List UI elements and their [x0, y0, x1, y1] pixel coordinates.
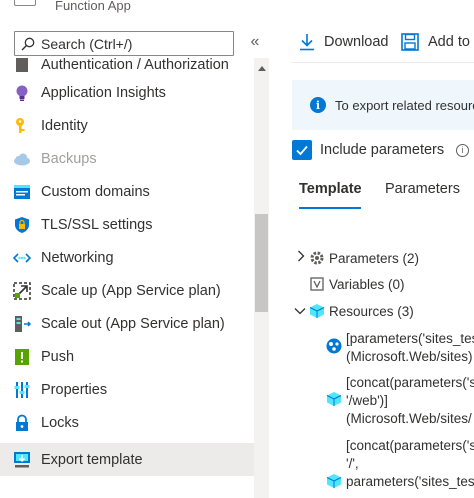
menu-item-label: Properties — [41, 381, 108, 398]
key-icon — [13, 117, 31, 135]
menu-item-networking[interactable]: Networking — [0, 241, 254, 274]
menu-item-label: Locks — [41, 414, 79, 431]
tree-node-resources[interactable]: Resources (3) — [309, 303, 414, 319]
include-parameters-label: Include parameters — [320, 142, 445, 158]
menu-item-properties[interactable]: Properties — [0, 373, 254, 406]
search-placeholder: Search (Ctrl+/) — [41, 35, 133, 52]
menu-item-export-template[interactable]: Export template — [0, 443, 254, 476]
info-banner: i To export related resources — [292, 80, 474, 130]
menu-item-push[interactable]: Push — [0, 340, 254, 373]
blade-subtitle: Function App — [55, 0, 131, 13]
active-tab-indicator — [299, 207, 361, 209]
add-to-library-button[interactable]: Add to — [401, 33, 470, 51]
help-info-icon[interactable]: i — [456, 143, 470, 157]
authentication-icon — [13, 58, 31, 74]
scrollbar-thumb[interactable] — [255, 214, 268, 312]
save-disk-icon — [401, 33, 419, 51]
menu-item-label: Backups — [41, 150, 97, 167]
web-app-globe-icon — [326, 338, 342, 354]
download-button[interactable]: Download — [299, 33, 389, 51]
menu-item-label: Application Insights — [41, 84, 166, 101]
resource-line: (Microsoft.Web/sites) — [346, 349, 473, 364]
menu-item-backups[interactable]: Backups — [0, 142, 254, 175]
menu-item-label: Identity — [41, 117, 88, 134]
export-template-icon — [13, 451, 31, 469]
tab-template[interactable]: Template — [299, 181, 362, 197]
info-text: To export related resources — [335, 97, 474, 113]
menu-item-identity[interactable]: Identity — [0, 109, 254, 142]
menu-item-label: Authentication / Authorization — [41, 58, 229, 73]
tree-node-label: Parameters (2) — [329, 250, 420, 266]
domain-icon — [13, 183, 31, 201]
tree-node-parameters[interactable]: Parameters (2) — [309, 250, 419, 266]
menu-item-label: Push — [41, 348, 75, 365]
menu-item-label: Networking — [41, 249, 114, 266]
menu-item-tls-ssl-settings[interactable]: TLS/SSL settings — [0, 208, 254, 241]
menu-item-label: Scale out (App Service plan) — [41, 315, 225, 332]
cloud-icon — [13, 150, 31, 168]
search-icon — [21, 37, 35, 50]
function-app-icon — [14, 0, 36, 6]
resource-menu: Authentication / Authorization Applicati… — [0, 58, 254, 498]
menu-item-label: Custom domains — [41, 183, 150, 200]
variables-icon — [309, 276, 325, 292]
push-icon — [13, 348, 31, 366]
menu-item-label: Scale up (App Service plan) — [41, 282, 221, 299]
resource-line: (Microsoft.Web/sites/ — [346, 411, 472, 426]
menu-item-label: Export template — [41, 451, 143, 468]
networking-icon — [13, 249, 31, 267]
toolbar-divider — [291, 62, 474, 63]
chevron-right-icon[interactable] — [297, 250, 305, 265]
gear-icon — [309, 250, 325, 266]
resource-line: [concat(parameters('s — [346, 438, 474, 453]
info-icon: i — [310, 97, 326, 113]
scroll-up-arrow-icon[interactable] — [258, 66, 266, 71]
search-input[interactable]: Search (Ctrl+/) — [14, 31, 234, 56]
properties-icon — [13, 381, 31, 399]
resource-line: [parameters('sites_test — [346, 331, 474, 346]
menu-item-scale-up[interactable]: Scale up (App Service plan) — [0, 274, 254, 307]
shield-icon — [13, 216, 31, 234]
add-to-label: Add to — [428, 34, 470, 50]
include-parameters-row: Include parameters i — [292, 140, 470, 160]
chevron-down-icon[interactable] — [294, 306, 306, 318]
cube-icon — [309, 303, 325, 319]
menu-item-label: TLS/SSL settings — [41, 216, 153, 233]
scale-up-icon — [13, 281, 31, 300]
menu-item-scale-out[interactable]: Scale out (App Service plan) — [0, 307, 254, 340]
cube-icon — [326, 473, 342, 489]
cube-icon — [326, 391, 342, 407]
include-parameters-checkbox[interactable] — [292, 140, 312, 160]
tree-node-label: Variables (0) — [329, 276, 405, 292]
resource-line: '/web')] — [346, 393, 388, 408]
menu-item-custom-domains[interactable]: Custom domains — [0, 175, 254, 208]
checkmark-icon — [296, 145, 308, 156]
tab-parameters[interactable]: Parameters — [385, 181, 460, 197]
tree-node-label: Resources (3) — [329, 303, 414, 319]
menu-item-locks[interactable]: Locks — [0, 406, 254, 439]
lightbulb-icon — [13, 84, 31, 102]
scale-out-icon — [13, 315, 31, 333]
menu-item-application-insights[interactable]: Application Insights — [0, 76, 254, 109]
resource-line: parameters('sites_test — [346, 474, 474, 489]
download-icon — [300, 34, 314, 51]
download-label: Download — [324, 34, 389, 50]
resource-line: [concat(parameters('s — [346, 375, 474, 390]
lock-icon — [13, 414, 31, 432]
resource-line: '/', — [346, 456, 359, 471]
tree-node-variables[interactable]: Variables (0) — [309, 276, 405, 292]
collapse-menu-button[interactable]: « — [247, 33, 263, 51]
